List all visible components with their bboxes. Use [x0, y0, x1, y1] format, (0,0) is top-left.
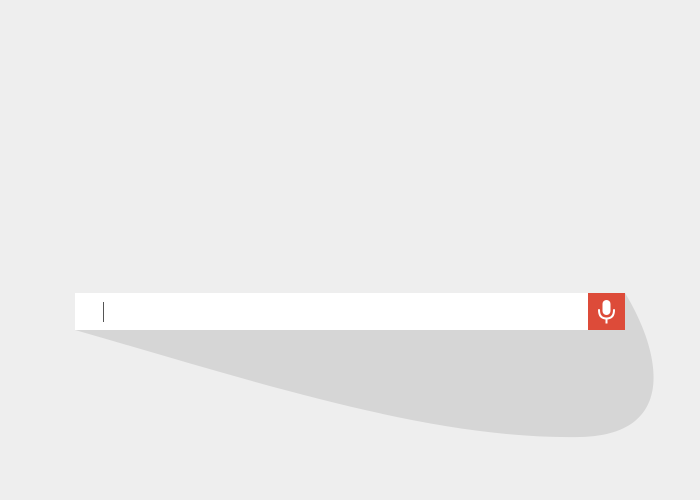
text-cursor [103, 302, 104, 322]
page [0, 0, 700, 500]
search-input[interactable] [75, 293, 588, 330]
voice-search-button[interactable] [588, 293, 625, 330]
microphone-icon [588, 293, 625, 330]
long-shadow [75, 293, 654, 438]
search-bar [75, 293, 625, 330]
